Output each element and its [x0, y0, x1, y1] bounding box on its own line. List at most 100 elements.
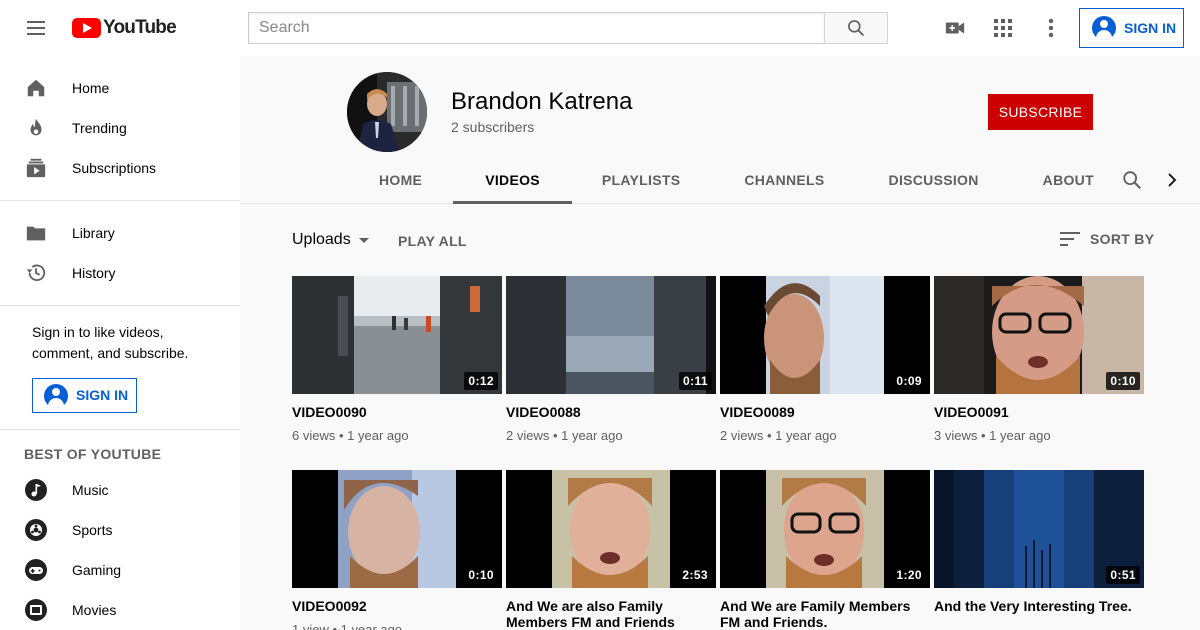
video-card[interactable]: 0:10 VIDEO0092 1 view • 1 year ago [292, 470, 502, 630]
video-duration: 0:11 [679, 372, 712, 390]
video-grid: 0:12 VIDEO0090 6 views • 1 year ago 0:11… [292, 276, 1152, 630]
video-title[interactable]: And We are Family Members FM and Friends… [720, 598, 930, 630]
video-title[interactable]: VIDEO0091 [934, 404, 1144, 420]
sidebar-signin-box: Sign in to like videos, comment, and sub… [0, 318, 240, 413]
sidebar-item-label: Home [72, 80, 110, 96]
video-duration: 2:53 [678, 566, 712, 584]
video-card[interactable]: 0:10 VIDEO0091 3 views • 1 year ago [934, 276, 1144, 446]
video-card[interactable]: 2:53 And We are also Family Members FM a… [506, 470, 716, 630]
video-card[interactable]: 0:11 VIDEO0088 2 views • 1 year ago [506, 276, 716, 446]
video-card[interactable]: 0:51 And the Very Interesting Tree. [934, 470, 1144, 630]
video-thumbnail[interactable]: 0:10 [934, 276, 1144, 394]
sign-in-button[interactable]: SIGN IN [1079, 8, 1184, 48]
sidebar-sign-in-button[interactable]: SIGN IN [32, 378, 137, 413]
video-thumbnail[interactable]: 0:09 [720, 276, 930, 394]
video-duration: 0:51 [1106, 566, 1140, 584]
video-meta: 3 views • 1 year ago [934, 428, 1051, 443]
sidebar-divider [0, 200, 240, 201]
view-count: 6 views [292, 428, 336, 443]
gaming-icon [24, 558, 48, 582]
video-meta: 2 views • 1 year ago [720, 428, 837, 443]
tab-channels[interactable]: CHANNELS [710, 156, 856, 204]
subscriptions-icon [24, 156, 48, 180]
sidebar-item-label: Movies [72, 602, 117, 618]
video-title[interactable]: VIDEO0090 [292, 404, 502, 420]
logo-text: YouTube [103, 17, 177, 38]
video-thumbnail[interactable]: 0:12 [292, 276, 502, 394]
search-input[interactable] [248, 12, 824, 44]
caret-down-icon [358, 237, 369, 243]
youtube-logo[interactable]: YouTube [72, 17, 177, 39]
video-title[interactable]: And the Very Interesting Tree. [934, 598, 1144, 614]
channel-name: Brandon Katrena [451, 88, 633, 115]
channel-avatar[interactable] [347, 72, 427, 152]
video-title[interactable]: VIDEO0089 [720, 404, 930, 420]
tab-home[interactable]: HOME [347, 156, 453, 204]
chevron-right-icon[interactable] [1160, 168, 1184, 192]
tab-about[interactable]: ABOUT [1011, 156, 1126, 204]
hamburger-menu-icon[interactable] [24, 16, 48, 40]
sidebar-item-music[interactable]: Music [0, 470, 240, 510]
sidebar-item-trending[interactable]: Trending [0, 108, 240, 148]
video-duration: 1:20 [892, 566, 926, 584]
upload-age: 1 year ago [775, 428, 837, 443]
video-card[interactable]: 0:12 VIDEO0090 6 views • 1 year ago [292, 276, 502, 446]
tab-videos[interactable]: VIDEOS [453, 156, 572, 204]
channel-header: Brandon Katrena 2 subscribers SUBSCRIBE … [240, 56, 1200, 204]
more-options-icon[interactable] [1039, 16, 1063, 40]
folder-icon [24, 221, 48, 245]
sidebar-item-movies[interactable]: Movies [0, 590, 240, 630]
video-thumbnail[interactable]: 0:51 [934, 470, 1144, 588]
video-thumbnail[interactable]: 0:10 [292, 470, 502, 588]
top-bar: YouTube SIGN IN [0, 0, 1200, 56]
sidebar-item-label: Music [72, 482, 109, 498]
subscribe-button[interactable]: SUBSCRIBE [988, 94, 1093, 130]
flame-icon [24, 116, 48, 140]
video-card[interactable]: 1:20 And We are Family Members FM and Fr… [720, 470, 930, 630]
sidebar-divider [0, 429, 240, 430]
video-title[interactable]: And We are also Family Members FM and Fr… [506, 598, 716, 630]
video-card[interactable]: 0:09 VIDEO0089 2 views • 1 year ago [720, 276, 930, 446]
channel-tabs: HOME VIDEOS PLAYLISTS CHANNELS DISCUSSIO… [347, 156, 1126, 204]
home-icon [24, 76, 48, 100]
sidebar-item-subscriptions[interactable]: Subscriptions [0, 148, 240, 188]
video-title[interactable]: VIDEO0088 [506, 404, 716, 420]
signin-prompt: Sign in to like videos, comment, and sub… [32, 324, 189, 361]
upload-age: 1 year ago [347, 428, 409, 443]
search-button[interactable] [824, 12, 888, 44]
sign-in-label: SIGN IN [1124, 20, 1177, 36]
sort-by-label: SORT BY [1090, 231, 1155, 247]
video-thumbnail[interactable]: 2:53 [506, 470, 716, 588]
video-meta: 1 view • 1 year ago [292, 622, 502, 630]
sort-by-button[interactable]: SORT BY [1060, 231, 1154, 247]
sports-icon [24, 518, 48, 542]
tab-discussion[interactable]: DISCUSSION [857, 156, 1011, 204]
video-thumbnail[interactable]: 0:11 [506, 276, 716, 394]
apps-grid-icon[interactable] [991, 16, 1015, 40]
sidebar-item-library[interactable]: Library [0, 213, 240, 253]
videos-content: Uploads PLAY ALL SORT BY 0:12 VIDEO0090 … [240, 205, 1200, 630]
sidebar-item-gaming[interactable]: Gaming [0, 550, 240, 590]
view-count: 2 views [720, 428, 764, 443]
video-duration: 0:09 [892, 372, 926, 390]
upload-age: 1 year ago [989, 428, 1051, 443]
sidebar-item-home[interactable]: Home [0, 68, 240, 108]
video-thumbnail[interactable]: 1:20 [720, 470, 930, 588]
sidebar-divider [0, 305, 240, 306]
sidebar-item-label: Sports [72, 522, 113, 538]
video-title[interactable]: VIDEO0092 [292, 598, 502, 614]
sidebar-item-label: Trending [72, 120, 127, 136]
create-video-icon[interactable] [943, 16, 967, 40]
video-duration: 0:12 [464, 372, 498, 390]
video-meta: 6 views • 1 year ago [292, 428, 409, 443]
sidebar-item-sports[interactable]: Sports [0, 510, 240, 550]
play-all-button[interactable]: PLAY ALL [398, 233, 467, 249]
video-duration: 0:10 [1106, 372, 1140, 390]
video-duration: 0:10 [464, 566, 498, 584]
tab-playlists[interactable]: PLAYLISTS [572, 156, 710, 204]
channel-search-icon[interactable] [1120, 168, 1144, 192]
view-count: 2 views [506, 428, 550, 443]
sidebar-item-label: Gaming [72, 562, 122, 578]
uploads-dropdown[interactable]: Uploads [292, 231, 369, 249]
sidebar-item-history[interactable]: History [0, 253, 240, 293]
